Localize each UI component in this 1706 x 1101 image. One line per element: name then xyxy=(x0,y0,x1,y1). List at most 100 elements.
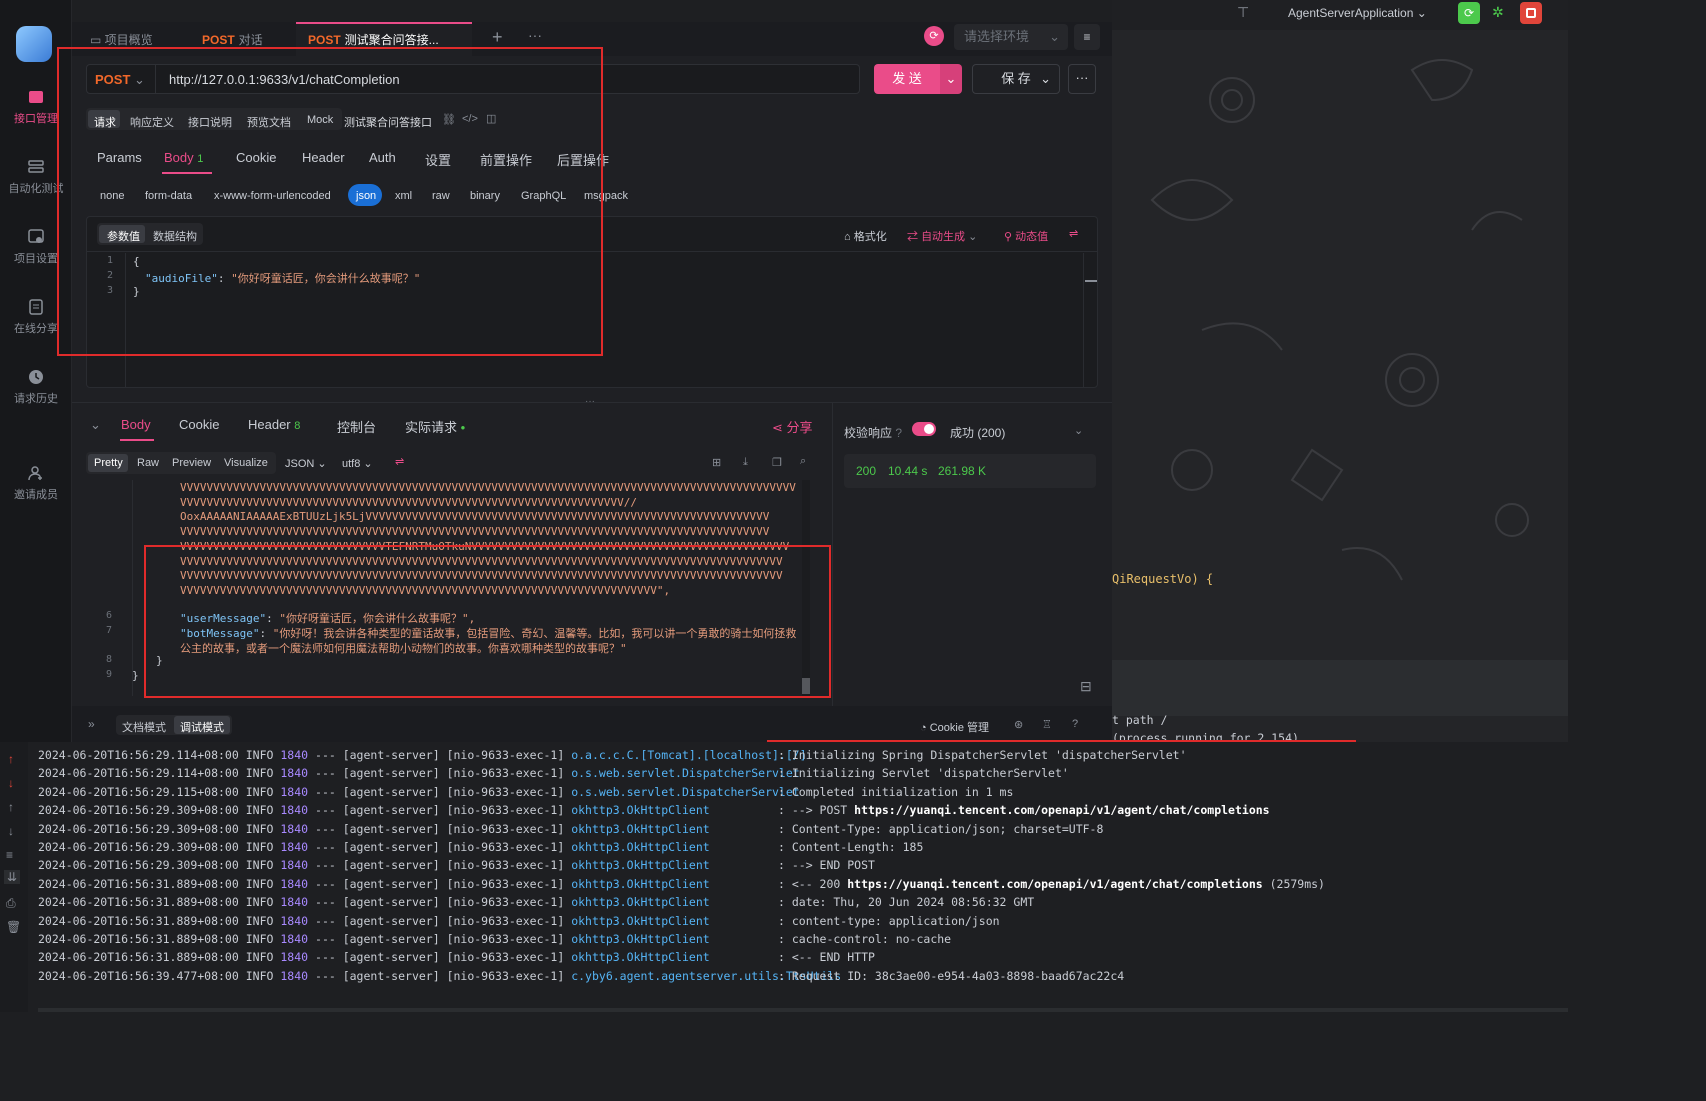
more-actions-icon[interactable]: ··· xyxy=(1068,64,1096,94)
save-response-icon[interactable]: ⊞ xyxy=(712,456,721,469)
view-preview[interactable]: Preview xyxy=(172,457,211,469)
resp-line-9: } xyxy=(132,669,139,682)
run-config-selector[interactable]: AgentServerApplication ⌄ xyxy=(1288,6,1427,20)
log-lg: okhttp3.OkHttpClient xyxy=(571,932,710,946)
log-message: : Initializing Spring DispatcherServlet … xyxy=(778,748,1187,762)
log-th: --- [agent-server] [nio-9633-exec-1] xyxy=(315,895,565,910)
tab-project-overview[interactable]: ▭ 项目概览 xyxy=(90,31,153,48)
settings-icon xyxy=(28,229,44,243)
format-button[interactable]: ⌂ 格式化 xyxy=(844,228,887,244)
rerun-up-icon[interactable]: ↑ xyxy=(8,752,14,766)
resp-tab-header[interactable]: Header 8 xyxy=(248,417,300,432)
download-icon[interactable]: ⤓ xyxy=(743,456,748,469)
share-button[interactable]: ⋖ 分享 xyxy=(772,417,813,436)
sidebar-item-history[interactable]: 请求历史 xyxy=(0,368,72,406)
format-icon: ⌂ xyxy=(844,231,854,243)
save-button[interactable]: 保 存 ⌄ xyxy=(972,64,1060,94)
log-th: --- [agent-server] [nio-9633-exec-1] xyxy=(315,840,565,854)
tab-post-test[interactable]: POST 测试聚合问答接... xyxy=(308,31,439,48)
ide-background: ⊤ AgentServerApplication ⌄ ⟳ ✲ QiRequest… xyxy=(1112,0,1568,745)
dynamic-value-button[interactable]: ⚲ 动态值 xyxy=(1004,228,1048,244)
trash-icon[interactable]: 🗑 xyxy=(6,920,21,934)
debug-icon[interactable]: ✲ xyxy=(1492,4,1504,21)
log-lg: okhttp3.OkHttpClient xyxy=(571,858,710,873)
log-th: --- [agent-server] [nio-9633-exec-1] xyxy=(315,913,565,928)
collapse-response-icon[interactable]: ⌄ xyxy=(90,417,101,433)
mode-debug[interactable]: 调试模式 xyxy=(180,719,224,735)
log-message: : Completed initialization in 1 ms xyxy=(778,784,1014,799)
log-pid: 1840 xyxy=(280,968,309,983)
encoded-audio-line: VVVVVVVVVVVVVVVVVVVVVVVVVVVVVVVVVVVVVVVV… xyxy=(180,525,770,539)
mode-doc[interactable]: 文档模式 xyxy=(122,719,166,735)
run-icon[interactable]: ⟳ xyxy=(1458,2,1480,24)
refresh-env-icon[interactable]: ⟳ xyxy=(924,26,944,46)
view-visualize[interactable]: Visualize xyxy=(224,457,268,469)
app-logo xyxy=(16,26,52,62)
validate-toggle[interactable] xyxy=(912,422,936,436)
log-lvl: INFO xyxy=(245,895,274,910)
log-url[interactable]: https://yuanqi.tencent.com/openapi/v1/ag… xyxy=(847,877,1262,891)
scroll-up-icon[interactable]: ↑ xyxy=(8,800,14,814)
add-tab-icon[interactable]: + xyxy=(492,27,503,48)
log-lvl: INFO xyxy=(245,858,274,873)
shirt-icon[interactable]: ♖ xyxy=(1042,718,1052,731)
log-pid: 1840 xyxy=(280,913,309,928)
cookie-manager[interactable]: ◔ Cookie 管理 xyxy=(920,719,989,735)
expand-validation-icon[interactable]: ⌄ xyxy=(1074,424,1083,437)
log-duration: (2579ms) xyxy=(1262,876,1325,891)
lang-select[interactable]: JSON ⌄ xyxy=(285,457,327,470)
format-icon[interactable]: ⊤ xyxy=(1237,4,1249,21)
search-icon[interactable]: ⌕ xyxy=(800,455,806,468)
metrics-bar: 200 10.44 s 261.98 K xyxy=(844,454,1096,488)
log-ts: 2024-06-20T16:56:29.309+08:00 xyxy=(38,821,239,836)
view-pretty[interactable]: Pretty xyxy=(94,457,123,469)
log-lg: okhttp3.OkHttpClient xyxy=(571,876,710,891)
log-lvl: INFO xyxy=(245,784,274,799)
log-lg: okhttp3.OkHttpClient xyxy=(571,895,710,910)
log-lvl: INFO xyxy=(245,876,274,891)
log-pid: 1840 xyxy=(280,840,309,854)
soft-wrap-icon[interactable]: ≡ xyxy=(6,848,13,862)
log-pid: 1840 xyxy=(280,858,309,873)
log-url[interactable]: https://yuanqi.tencent.com/openapi/v1/ag… xyxy=(854,803,1269,817)
sidebar-item-invite[interactable]: 邀请成员 xyxy=(0,464,72,502)
stop-icon[interactable] xyxy=(1520,2,1542,24)
resp-tab-console[interactable]: 控制台 xyxy=(337,417,376,436)
rerun-down-icon[interactable]: ↓ xyxy=(8,776,14,790)
log-ts: 2024-06-20T16:56:31.889+08:00 xyxy=(38,913,239,928)
log-message: : --> END POST xyxy=(778,858,875,873)
more-tabs-icon[interactable]: ··· xyxy=(528,27,542,43)
log-message: : <-- END HTTP xyxy=(778,950,875,965)
log-message: : Initializing Servlet 'dispatcherServle… xyxy=(778,766,1069,781)
log-lg: okhttp3.OkHttpClient xyxy=(571,840,710,854)
encoding-select[interactable]: utf8 ⌄ xyxy=(342,457,373,470)
send-dropdown-icon[interactable]: ⌄ xyxy=(940,64,962,94)
tab-post-dialog[interactable]: POST 对话 xyxy=(202,31,263,48)
environment-select[interactable]: 请选择环境 ⌄ xyxy=(954,24,1068,50)
response-size: 261.98 K xyxy=(938,464,987,478)
log-line: 2024-06-20T16:56:39.477+08:00 INFO 1840 … xyxy=(38,968,1124,983)
wrap-icon[interactable]: ⇌ xyxy=(1069,227,1078,240)
collapse-icon[interactable]: » xyxy=(88,717,95,731)
settings-circle-icon[interactable]: ⊛ xyxy=(1014,718,1023,731)
print-icon[interactable]: ⎙ xyxy=(6,896,16,911)
help-circle-icon[interactable]: ? xyxy=(1072,718,1078,730)
log-th: --- [agent-server] [nio-9633-exec-1] xyxy=(315,858,565,873)
log-th: --- [agent-server] [nio-9633-exec-1] xyxy=(315,968,565,983)
log-ts: 2024-06-20T16:56:29.115+08:00 xyxy=(38,784,239,799)
log-ts: 2024-06-20T16:56:29.309+08:00 xyxy=(38,858,239,873)
resp-tab-actual-request[interactable]: 实际请求 • xyxy=(405,417,465,436)
autogen-button[interactable]: ⇄ 自动生成 ⌄ xyxy=(907,228,977,244)
send-button[interactable]: 发 送 xyxy=(874,64,940,94)
copy-icon[interactable]: ❐ xyxy=(772,456,782,469)
overview-icon: ▭ xyxy=(90,33,105,47)
log-th: --- [agent-server] [nio-9633-exec-1] xyxy=(315,784,565,799)
resp-tab-cookie[interactable]: Cookie xyxy=(179,417,219,432)
view-raw[interactable]: Raw xyxy=(137,457,159,469)
resp-tab-body[interactable]: Body xyxy=(121,417,151,432)
menu-icon[interactable]: ≡ xyxy=(1074,24,1100,50)
scroll-down-icon[interactable]: ↓ xyxy=(8,824,14,838)
wrap-lines-icon[interactable]: ⇌ xyxy=(395,455,404,468)
panel-layout-icon[interactable]: ⊟ xyxy=(1080,678,1092,695)
scroll-end-icon[interactable]: ⇊ xyxy=(4,870,21,884)
